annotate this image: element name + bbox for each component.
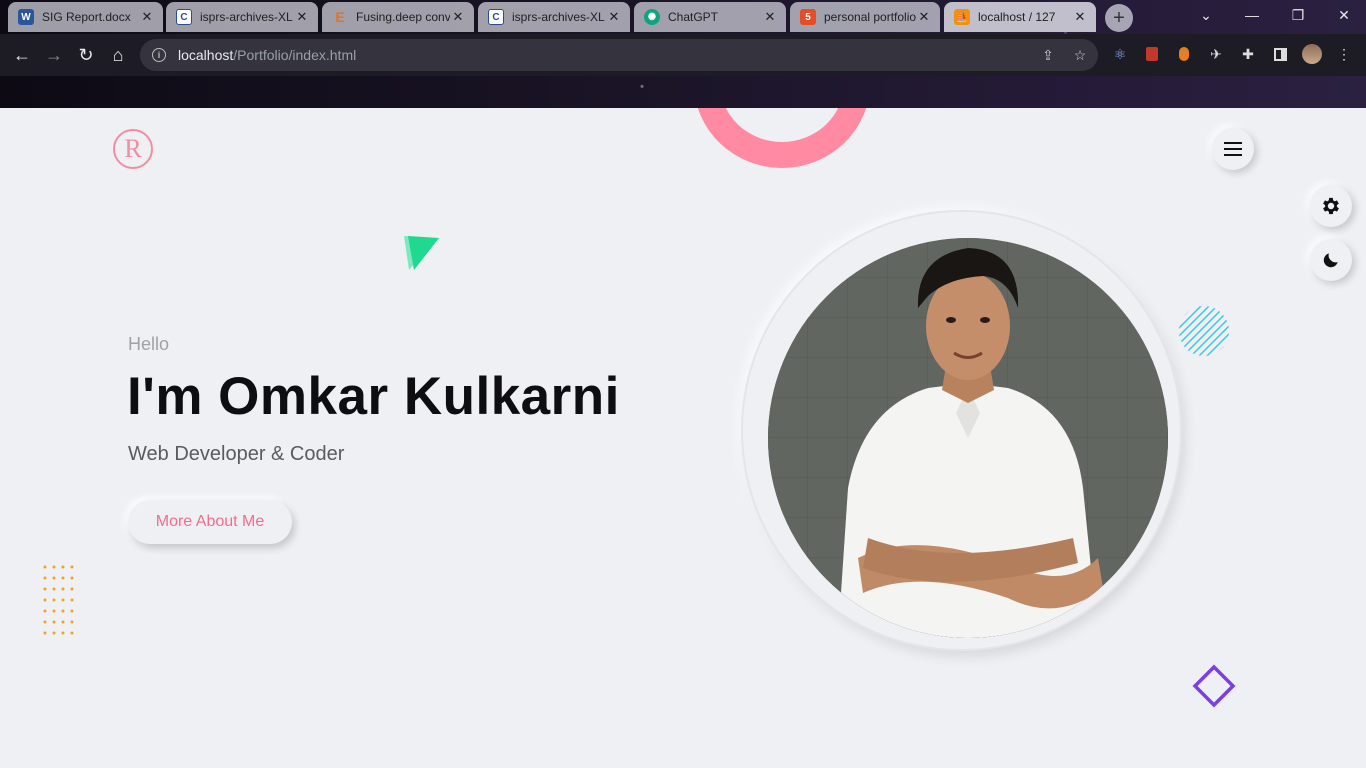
- close-tab-icon[interactable]: ✕: [916, 9, 932, 25]
- tab-strip: W SIG Report.docx ✕ C isprs-archives-XL …: [0, 0, 1366, 34]
- url-text[interactable]: localhost/Portfolio/index.html: [178, 47, 356, 63]
- tab-title: Fusing.deep conv: [356, 10, 450, 24]
- tab-title: isprs-archives-XL: [512, 10, 605, 24]
- elsevier-icon: E: [335, 9, 345, 25]
- hamburger-menu-button[interactable]: [1212, 128, 1254, 170]
- chatgpt-icon: ✺: [644, 9, 660, 25]
- tab-title: personal portfolio: [824, 10, 916, 24]
- restore-button[interactable]: ❐: [1276, 0, 1320, 30]
- react-devtools-icon[interactable]: ⚛: [1111, 45, 1129, 63]
- bookmark-star-icon[interactable]: ☆: [1072, 47, 1088, 63]
- more-menu-icon[interactable]: ⋮: [1335, 45, 1353, 63]
- close-tab-icon[interactable]: ✕: [450, 9, 466, 25]
- portfolio-page: R Hello I'm Omkar Kulkarni Web Developer…: [0, 108, 1366, 768]
- site-logo[interactable]: R: [113, 129, 153, 169]
- gear-icon: [1323, 197, 1339, 215]
- home-icon[interactable]: ⌂: [104, 41, 132, 69]
- dark-mode-toggle[interactable]: [1310, 239, 1352, 281]
- close-tab-icon[interactable]: ✕: [139, 9, 155, 25]
- hero-role-text: Web Developer & Coder: [128, 443, 345, 465]
- settings-button[interactable]: [1310, 185, 1352, 227]
- tab-search-icon[interactable]: ⌄: [1184, 0, 1228, 30]
- tab-title: ChatGPT: [668, 10, 719, 24]
- hero-name-heading: I'm Omkar Kulkarni: [127, 367, 620, 426]
- decorative-orange-dots: [43, 565, 74, 635]
- close-window-button[interactable]: ✕: [1322, 0, 1366, 30]
- copernicus-icon: C: [488, 9, 504, 25]
- moon-icon: [1323, 253, 1338, 268]
- more-about-me-button[interactable]: More About Me: [128, 500, 292, 544]
- decorative-green-triangle: [404, 236, 439, 270]
- reload-icon[interactable]: ↻: [72, 41, 100, 69]
- forward-arrow-icon[interactable]: →: [40, 41, 68, 69]
- decorative-striped-circle: [1179, 306, 1229, 356]
- tab-phpmyadmin[interactable]: ⛵ localhost / 127 ✕: [944, 2, 1096, 32]
- url-path: /Portfolio/index.html: [233, 47, 357, 63]
- site-info-icon[interactable]: i: [152, 48, 166, 62]
- tab-title: localhost / 127: [978, 10, 1056, 24]
- decorative-pink-ring: [694, 108, 870, 168]
- close-tab-icon[interactable]: ✕: [762, 9, 778, 25]
- new-tab-button[interactable]: +: [1105, 4, 1133, 32]
- url-host: localhost: [178, 47, 234, 63]
- tab-chatgpt[interactable]: ✺ ChatGPT ✕: [634, 2, 786, 32]
- tab-title: isprs-archives-XL: [200, 10, 293, 24]
- close-tab-icon[interactable]: ✕: [1072, 9, 1088, 25]
- browser-chrome: W SIG Report.docx ✕ C isprs-archives-XL …: [0, 0, 1366, 108]
- close-tab-icon[interactable]: ✕: [294, 9, 310, 25]
- extensions-puzzle-icon[interactable]: ✚: [1239, 45, 1257, 63]
- person-illustration: [768, 238, 1168, 638]
- back-arrow-icon[interactable]: ←: [8, 41, 36, 69]
- tab-personal-portfolio[interactable]: 5 personal portfolio ✕: [790, 2, 940, 32]
- extension-plane-icon[interactable]: ✈: [1207, 45, 1225, 63]
- share-icon[interactable]: ⇪: [1040, 47, 1056, 63]
- side-panel-icon[interactable]: [1271, 45, 1289, 63]
- tab-fusing[interactable]: E Fusing.deep conv ✕: [322, 2, 474, 32]
- copernicus-icon: C: [176, 9, 192, 25]
- hamburger-menu-icon: [1224, 142, 1242, 156]
- browser-toolbar: ← → ↻ ⌂ i localhost/Portfolio/index.html…: [0, 34, 1366, 76]
- extension-red-icon[interactable]: [1143, 45, 1161, 63]
- profile-photo: [768, 238, 1168, 638]
- tab-sig-report[interactable]: W SIG Report.docx ✕: [8, 2, 163, 32]
- tab-isprs-1[interactable]: C isprs-archives-XL ✕: [166, 2, 318, 32]
- close-tab-icon[interactable]: ✕: [606, 9, 622, 25]
- html5-icon: 5: [800, 9, 816, 25]
- decorative-purple-diamond: [1192, 664, 1236, 708]
- phpmyadmin-icon: ⛵: [954, 9, 970, 25]
- address-bar[interactable]: i localhost/Portfolio/index.html ⇪ ☆: [140, 39, 1098, 71]
- greeting-text: Hello: [128, 334, 170, 354]
- tab-isprs-2[interactable]: C isprs-archives-XL ✕: [478, 2, 630, 32]
- word-icon: W: [18, 9, 34, 25]
- minimize-button[interactable]: —: [1230, 0, 1274, 30]
- extension-orange-icon[interactable]: [1175, 45, 1193, 63]
- tab-title: SIG Report.docx: [42, 10, 131, 24]
- profile-avatar[interactable]: [1302, 44, 1322, 64]
